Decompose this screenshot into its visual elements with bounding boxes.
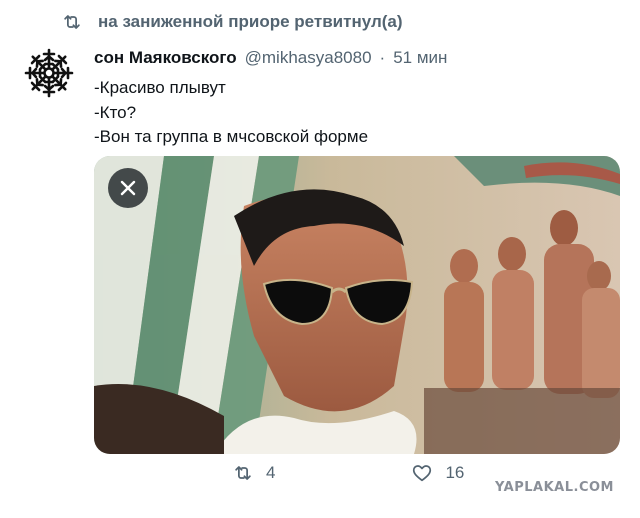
retweet-count: 4: [266, 463, 276, 482]
retweeter-label[interactable]: на заниженной приоре ретвитнул(а): [98, 12, 403, 32]
retweet-action[interactable]: 4: [232, 462, 275, 484]
tweet-time[interactable]: 51 мин: [393, 48, 447, 68]
retweet-banner: на заниженной приоре ретвитнул(а): [60, 8, 403, 36]
tweet-text: -Красиво плывут -Кто? -Вон та группа в м…: [94, 76, 368, 150]
avatar[interactable]: [20, 44, 78, 102]
watermark: YAPLAKAL.COM: [495, 480, 614, 495]
tweet-line: -Вон та группа в мчсовской форме: [94, 127, 369, 146]
author-handle[interactable]: @mikhasya8080: [245, 48, 372, 68]
header-separator: ·: [379, 48, 386, 67]
heart-icon: [413, 465, 432, 482]
retweet-icon: [235, 466, 251, 480]
close-icon: [120, 180, 136, 196]
tweet-line: -Кто?: [94, 102, 137, 122]
retweet-icon: [60, 10, 84, 34]
author-name[interactable]: сон Маяковского: [94, 48, 237, 68]
tweet-line: -Красиво плывут: [94, 78, 226, 97]
tweet-photo[interactable]: [94, 156, 620, 454]
close-button[interactable]: [108, 168, 148, 208]
tweet-header: сон Маяковского @mikhasya8080 · 51 мин: [94, 48, 447, 68]
tweet-actions: 4 16: [232, 462, 464, 484]
like-action[interactable]: 16: [411, 462, 464, 484]
helm-of-awe-icon: [20, 44, 78, 102]
beach-photo-image: [94, 156, 620, 454]
like-count: 16: [445, 463, 465, 482]
